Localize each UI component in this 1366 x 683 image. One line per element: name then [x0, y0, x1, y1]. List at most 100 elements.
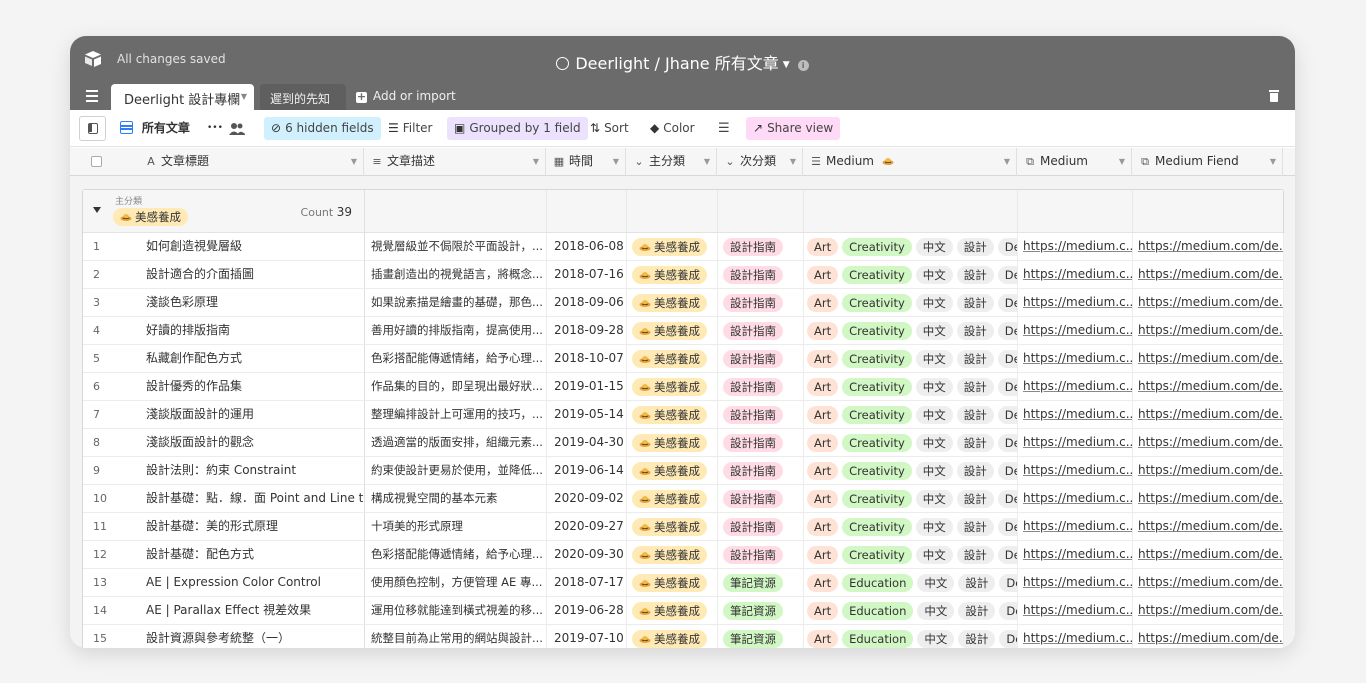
description-cell[interactable]: 透過適當的版面安排，組織元素... — [365, 429, 547, 456]
tab-prophet[interactable]: 遲到的先知 — [260, 84, 346, 110]
title-cell[interactable]: 淺談版面設計的觀念 — [135, 429, 365, 456]
caret-down-icon[interactable]: ▼ — [241, 92, 247, 101]
medium-fiend-link[interactable]: https://medium.com/de... — [1138, 631, 1283, 645]
medium-link[interactable]: https://medium.c... — [1023, 463, 1132, 477]
title-cell[interactable]: 設計資源與參考統整（一） — [135, 625, 365, 648]
medium-fiend-link[interactable]: https://medium.com/de... — [1138, 463, 1283, 477]
description-cell[interactable]: 整理編排設計上可運用的技巧，... — [365, 401, 547, 428]
column-header-date[interactable]: ▦ 時間 ▼ — [546, 148, 626, 176]
medium-link[interactable]: https://medium.c... — [1023, 547, 1132, 561]
medium-tags-cell[interactable]: ArtCreativity中文設計Desi — [804, 373, 1018, 400]
view-switcher[interactable]: 所有文章 — [120, 117, 190, 140]
title-cell[interactable]: AE | Parallax Effect 視差效果 — [135, 597, 365, 624]
sub-category-cell[interactable]: 設計指南 — [718, 485, 804, 512]
medium-fiend-url-cell[interactable]: https://medium.com/de... — [1133, 513, 1284, 540]
description-cell[interactable]: 如果說素描是繪畫的基礎，那色... — [365, 289, 547, 316]
medium-url-cell[interactable]: https://medium.c... — [1018, 429, 1133, 456]
medium-link[interactable]: https://medium.c... — [1023, 491, 1132, 505]
medium-url-cell[interactable]: https://medium.c... — [1018, 261, 1133, 288]
color-button[interactable]: ◆ Color — [650, 117, 695, 140]
medium-fiend-link[interactable]: https://medium.com/de... — [1138, 575, 1283, 589]
main-category-cell[interactable]: 美感養成 — [627, 569, 718, 596]
table-row[interactable]: 6 設計優秀的作品集 作品集的目的，即呈現出最好狀... 2019-01-15 美感養成… — [83, 373, 1284, 401]
medium-fiend-link[interactable]: https://medium.com/de... — [1138, 323, 1283, 337]
table-row[interactable]: 10 設計基礎：點．線．面 Point and Line t... 構成視覺空間的基… — [83, 485, 1284, 513]
table-row[interactable]: 9 設計法則：約束 Constraint 約束使設計更易於使用，並降低... 2019… — [83, 457, 1284, 485]
sidebar-toggle-icon[interactable] — [79, 116, 106, 141]
column-header-medium-tags[interactable]: ☰ Medium ▼ — [803, 148, 1017, 176]
medium-tags-cell[interactable]: ArtEducation中文設計Des — [804, 597, 1018, 624]
description-cell[interactable]: 統整目前為止常用的網站與設計... — [365, 625, 547, 648]
medium-fiend-link[interactable]: https://medium.com/de... — [1138, 295, 1283, 309]
row-height-icon[interactable]: ☰ — [718, 117, 730, 140]
title-cell[interactable]: 私藏創作配色方式 — [135, 345, 365, 372]
medium-tags-cell[interactable]: ArtCreativity中文設計Desi — [804, 541, 1018, 568]
medium-url-cell[interactable]: https://medium.c... — [1018, 317, 1133, 344]
date-cell[interactable]: 2019-07-10 — [547, 625, 627, 648]
more-options-icon[interactable]: ••• — [207, 117, 223, 140]
table-row[interactable]: 12 設計基礎：配色方式 色彩搭配能傳遞情緒，給予心理... 2020-09-30 美感… — [83, 541, 1284, 569]
medium-fiend-link[interactable]: https://medium.com/de... — [1138, 491, 1283, 505]
date-cell[interactable]: 2019-06-28 — [547, 597, 627, 624]
medium-link[interactable]: https://medium.c... — [1023, 379, 1132, 393]
table-row[interactable]: 8 淺談版面設計的觀念 透過適當的版面安排，組織元素... 2019-04-30 美感養… — [83, 429, 1284, 457]
description-cell[interactable]: 使用顏色控制，方便管理 AE 專... — [365, 569, 547, 596]
sub-category-cell[interactable]: 設計指南 — [718, 345, 804, 372]
sort-button[interactable]: ⇅ Sort — [590, 117, 629, 140]
caret-down-icon[interactable]: ▼ — [783, 60, 790, 70]
medium-fiend-url-cell[interactable]: https://medium.com/de... — [1133, 373, 1284, 400]
medium-fiend-link[interactable]: https://medium.com/de... — [1138, 603, 1283, 617]
main-category-cell[interactable]: 美感養成 — [627, 625, 718, 648]
medium-link[interactable]: https://medium.c... — [1023, 267, 1132, 281]
table-row[interactable]: 5 私藏創作配色方式 色彩搭配能傳遞情緒，給予心理... 2018-10-07 美感養成… — [83, 345, 1284, 373]
medium-url-cell[interactable]: https://medium.c... — [1018, 485, 1133, 512]
medium-link[interactable]: https://medium.c... — [1023, 323, 1132, 337]
medium-link[interactable]: https://medium.c... — [1023, 435, 1132, 449]
description-cell[interactable]: 約束使設計更易於使用，並降低... — [365, 457, 547, 484]
column-header-title[interactable]: A 文章標題 ▼ — [138, 148, 364, 176]
sub-category-cell[interactable]: 筆記資源 — [718, 597, 804, 624]
main-category-cell[interactable]: 美感養成 — [627, 317, 718, 344]
description-cell[interactable]: 構成視覺空間的基本元素 — [365, 485, 547, 512]
sub-category-cell[interactable]: 設計指南 — [718, 233, 804, 260]
table-row[interactable]: 1 如何創造視覺層級 視覺層級並不侷限於平面設計，... 2018-06-08 美感養成… — [83, 233, 1284, 261]
hamburger-menu-icon[interactable] — [86, 90, 98, 102]
table-row[interactable]: 4 好讀的排版指南 善用好讀的排版指南，提高使用... 2018-09-28 美感養成 設… — [83, 317, 1284, 345]
table-row[interactable]: 13 AE | Expression Color Control 使用顏色控制，方便… — [83, 569, 1284, 597]
medium-link[interactable]: https://medium.c... — [1023, 295, 1132, 309]
sub-category-cell[interactable]: 設計指南 — [718, 261, 804, 288]
medium-fiend-link[interactable]: https://medium.com/de... — [1138, 379, 1283, 393]
date-cell[interactable]: 2019-05-14 — [547, 401, 627, 428]
column-header-desc[interactable]: ≡ 文章描述 ▼ — [364, 148, 546, 176]
medium-link[interactable]: https://medium.c... — [1023, 603, 1132, 617]
date-cell[interactable]: 2019-04-30 — [547, 429, 627, 456]
medium-tags-cell[interactable]: ArtCreativity中文設計Desi — [804, 513, 1018, 540]
sub-category-cell[interactable]: 設計指南 — [718, 401, 804, 428]
medium-tags-cell[interactable]: ArtCreativity中文設計Desi — [804, 401, 1018, 428]
table-row[interactable]: 7 淺談版面設計的運用 整理編排設計上可運用的技巧，... 2019-05-14 美感養… — [83, 401, 1284, 429]
chevron-down-icon[interactable]: ▼ — [351, 148, 357, 175]
medium-url-cell[interactable]: https://medium.c... — [1018, 625, 1133, 648]
share-view-button[interactable]: ↗ Share view — [746, 117, 841, 140]
title-cell[interactable]: 設計優秀的作品集 — [135, 373, 365, 400]
medium-fiend-url-cell[interactable]: https://medium.com/de... — [1133, 289, 1284, 316]
medium-link[interactable]: https://medium.c... — [1023, 407, 1132, 421]
main-category-cell[interactable]: 美感養成 — [627, 373, 718, 400]
medium-tags-cell[interactable]: ArtCreativity中文設計Desi — [804, 485, 1018, 512]
chevron-down-icon[interactable]: ▼ — [704, 148, 710, 175]
medium-fiend-link[interactable]: https://medium.com/de... — [1138, 239, 1283, 253]
title-cell[interactable]: 淺談色彩原理 — [135, 289, 365, 316]
description-cell[interactable]: 十項美的形式原理 — [365, 513, 547, 540]
medium-tags-cell[interactable]: ArtCreativity中文設計Desi — [804, 261, 1018, 288]
medium-link[interactable]: https://medium.c... — [1023, 351, 1132, 365]
main-category-cell[interactable]: 美感養成 — [627, 401, 718, 428]
medium-url-cell[interactable]: https://medium.c... — [1018, 289, 1133, 316]
info-icon[interactable]: i — [797, 60, 809, 71]
main-category-cell[interactable]: 美感養成 — [627, 233, 718, 260]
title-cell[interactable]: 設計適合的介面插圖 — [135, 261, 365, 288]
sub-category-cell[interactable]: 設計指南 — [718, 457, 804, 484]
table-row[interactable]: 14 AE | Parallax Effect 視差效果 運用位移就能達到橫式視差的… — [83, 597, 1284, 625]
hidden-fields-button[interactable]: ⊘ 6 hidden fields — [264, 117, 381, 140]
main-category-cell[interactable]: 美感養成 — [627, 261, 718, 288]
base-title[interactable]: Deerlight / Jhane 所有文章 ▼ i — [70, 50, 1295, 74]
